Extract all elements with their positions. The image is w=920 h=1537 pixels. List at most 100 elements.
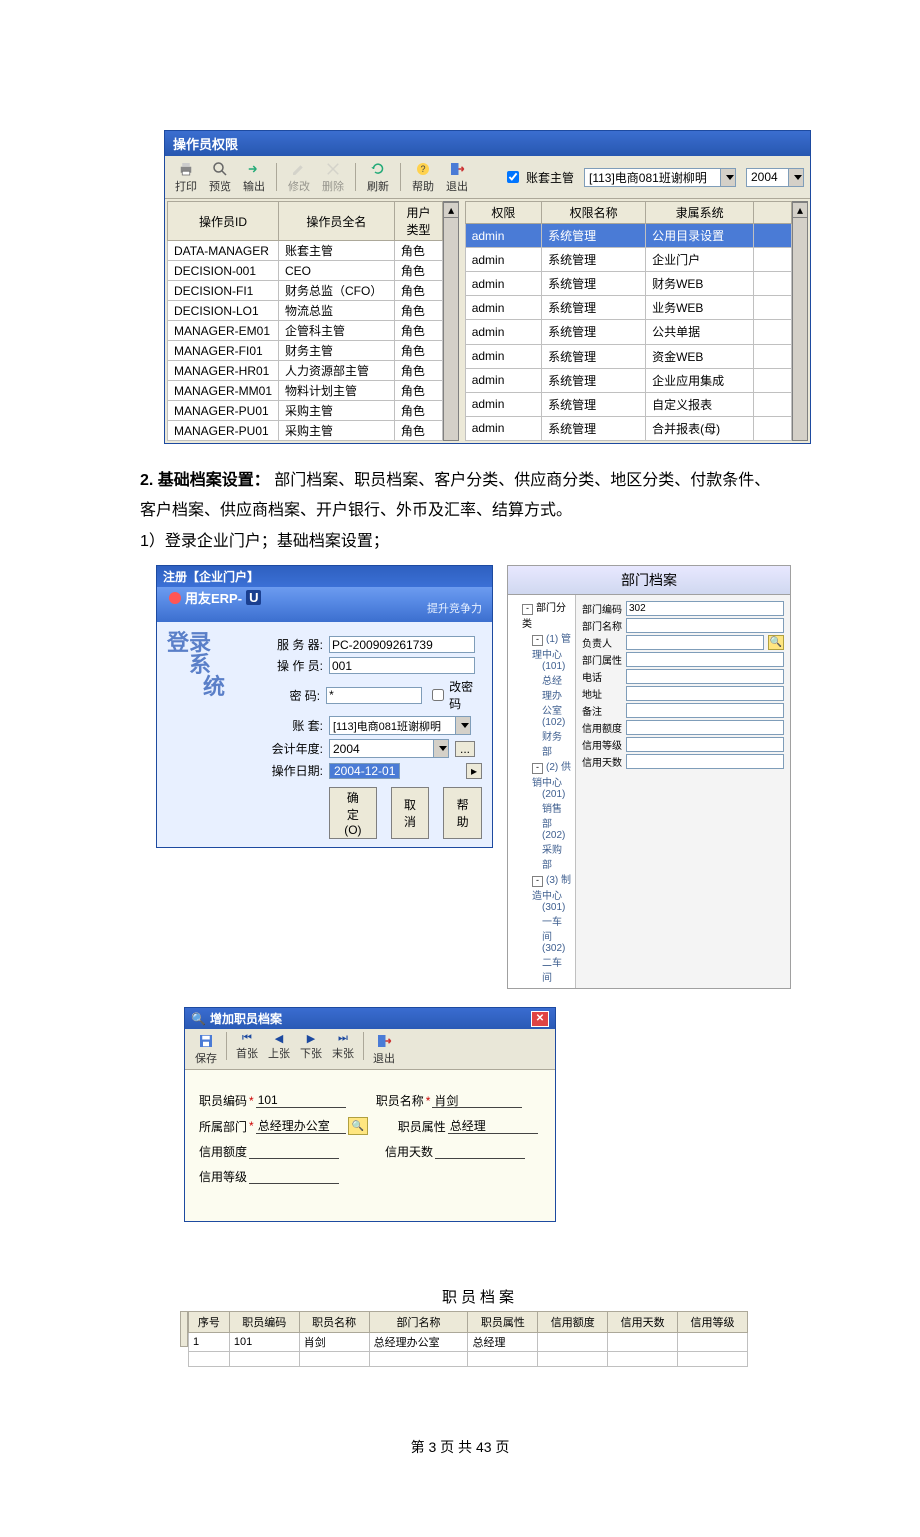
dept-addr-input[interactable] bbox=[626, 686, 784, 701]
dept-phone-input[interactable] bbox=[626, 669, 784, 684]
export-button[interactable]: 输出 bbox=[239, 160, 269, 194]
table-row[interactable]: MANAGER-MM01物料计划主管角色 bbox=[168, 381, 443, 401]
year-input[interactable]: 2004 bbox=[329, 739, 449, 758]
table-row[interactable]: DECISION-001CEO角色 bbox=[168, 261, 443, 281]
operator-input[interactable] bbox=[329, 657, 475, 674]
account-input[interactable]: [113]电商081班谢柳明 bbox=[329, 716, 471, 735]
dept-attr-input[interactable] bbox=[626, 652, 784, 667]
change-password-checkbox[interactable]: 改密码 bbox=[428, 678, 482, 712]
table-row[interactable]: MANAGER-EM01企管科主管角色 bbox=[168, 321, 443, 341]
server-input[interactable] bbox=[329, 636, 475, 653]
account-owner-checkbox[interactable]: 账套主管 bbox=[503, 168, 574, 186]
exit-button[interactable]: 退出 bbox=[369, 1032, 399, 1066]
tree-leaf[interactable]: (202) 采购部 bbox=[542, 830, 571, 871]
department-tree[interactable]: -部门分类 -(1) 管理中心(101) 总经理办公室(102) 财务部-(2)… bbox=[508, 595, 576, 988]
dept-note-input[interactable] bbox=[626, 703, 784, 718]
lookup-icon[interactable]: 🔍 bbox=[768, 635, 784, 650]
ok-button[interactable]: 确定(O) bbox=[329, 787, 377, 839]
table-row[interactable]: admin系统管理公共单据 bbox=[465, 320, 791, 344]
tree-node[interactable]: -(2) 供销中心(201) 销售部(202) 采购部 bbox=[532, 758, 571, 871]
exit-icon bbox=[448, 160, 466, 178]
dept-code-input[interactable] bbox=[626, 601, 784, 616]
emp-dept-input[interactable] bbox=[256, 1119, 346, 1134]
dept-creditamt-input[interactable] bbox=[626, 720, 784, 735]
table-row[interactable]: admin系统管理业务WEB bbox=[465, 296, 791, 320]
tree-node[interactable]: -(1) 管理中心(101) 总经理办公室(102) 财务部 bbox=[532, 630, 571, 758]
table-row[interactable]: DECISION-LO1物流总监角色 bbox=[168, 301, 443, 321]
table-row[interactable]: admin系统管理合并报表(母) bbox=[465, 416, 791, 440]
table-row[interactable]: DECISION-FI1财务总监（CFO）角色 bbox=[168, 281, 443, 301]
emp-creditamt-input[interactable] bbox=[249, 1144, 339, 1159]
save-button[interactable]: 保存 bbox=[191, 1032, 221, 1066]
opdate-go-button[interactable]: ▸ bbox=[466, 763, 482, 779]
emp-name-input[interactable] bbox=[432, 1093, 522, 1108]
refresh-button[interactable]: 刷新 bbox=[363, 160, 393, 194]
tree-toggle-icon[interactable]: - bbox=[532, 635, 543, 646]
last-button[interactable]: ⏭末张 bbox=[328, 1032, 358, 1066]
next-button[interactable]: ▶下张 bbox=[296, 1032, 326, 1066]
prev-button[interactable]: ◀上张 bbox=[264, 1032, 294, 1066]
tree-leaf[interactable]: (302) 二车间 bbox=[542, 943, 571, 984]
exit-button[interactable]: 退出 bbox=[442, 160, 472, 194]
tree-toggle-icon[interactable]: - bbox=[532, 876, 543, 887]
year-more-button[interactable]: ... bbox=[455, 741, 475, 757]
scroll-up-icon[interactable]: ▴ bbox=[443, 202, 459, 218]
dept-head-input[interactable] bbox=[626, 635, 764, 650]
exit-icon bbox=[375, 1032, 393, 1050]
dept-creditdays-input[interactable] bbox=[626, 754, 784, 769]
tree-toggle-icon[interactable]: - bbox=[532, 763, 543, 774]
table-row[interactable]: DATA-MANAGER账套主管角色 bbox=[168, 241, 443, 261]
table-row[interactable]: MANAGER-PU01采购主管角色 bbox=[168, 421, 443, 441]
print-button[interactable]: 打印 bbox=[171, 160, 201, 194]
login-window: 注册【企业门户】 用友ERP-U 提升竞争力 登录 系 统 服 务 器: bbox=[156, 565, 493, 848]
tree-leaf[interactable]: (101) 总经理办公室 bbox=[542, 661, 571, 717]
add-employee-body: 职员编码* 职员名称* 所属部门* 🔍 职员属性 bbox=[185, 1070, 555, 1221]
dept-creditlvl-input[interactable] bbox=[626, 737, 784, 752]
department-title: 部门档案 bbox=[508, 566, 790, 595]
emp-code-input[interactable] bbox=[256, 1093, 346, 1108]
tree-toggle-icon[interactable]: - bbox=[522, 604, 533, 615]
table-row[interactable]: admin系统管理资金WEB bbox=[465, 344, 791, 368]
chevron-down-icon bbox=[720, 169, 735, 186]
year-select[interactable]: 2004 bbox=[746, 168, 804, 187]
add-employee-toolbar: 保存 ⏮首张 ◀上张 ▶下张 ⏭末张 退出 bbox=[185, 1029, 555, 1070]
close-button[interactable]: ✕ bbox=[531, 1011, 549, 1027]
last-icon: ⏭ bbox=[338, 1032, 348, 1045]
tree-leaf[interactable]: (301) 一车间 bbox=[542, 902, 571, 943]
table-row[interactable]: MANAGER-FI01财务主管角色 bbox=[168, 341, 443, 361]
emp-creditlvl-input[interactable] bbox=[249, 1169, 339, 1184]
col-perm-name: 权限名称 bbox=[542, 202, 646, 224]
password-input[interactable] bbox=[326, 687, 422, 704]
table-row[interactable]: MANAGER-PU01采购主管角色 bbox=[168, 401, 443, 421]
modify-button: 修改 bbox=[284, 160, 314, 194]
help-button[interactable]: ? 帮助 bbox=[408, 160, 438, 194]
cancel-button[interactable]: 取消 bbox=[391, 787, 430, 839]
emp-creditdays-input[interactable] bbox=[435, 1144, 525, 1159]
table-row[interactable]: admin系统管理企业应用集成 bbox=[465, 368, 791, 392]
help-button[interactable]: 帮助 bbox=[443, 787, 482, 839]
tree-leaf[interactable]: (201) 销售部 bbox=[542, 789, 571, 830]
login-form: 服 务 器: 操 作 员: 密 码: 改密码 bbox=[271, 632, 482, 839]
emp-attr-input[interactable] bbox=[448, 1119, 538, 1134]
opdate-input[interactable]: 2004-12-01 bbox=[329, 763, 400, 779]
tree-leaf[interactable]: (102) 财务部 bbox=[542, 717, 571, 758]
table-row[interactable]: 1101肖剑总经理办公室总经理 bbox=[189, 1333, 748, 1352]
account-select[interactable]: [113]电商081班谢柳明 bbox=[584, 168, 736, 187]
account-owner-check-input[interactable] bbox=[507, 171, 519, 183]
lookup-icon[interactable]: 🔍 bbox=[348, 1117, 368, 1135]
search-icon: 🔍 bbox=[191, 1012, 206, 1026]
table-row[interactable]: admin系统管理企业门户 bbox=[465, 248, 791, 272]
table-row[interactable]: MANAGER-HR01人力资源部主管角色 bbox=[168, 361, 443, 381]
scrollbar[interactable]: ▴ bbox=[792, 201, 808, 441]
prev-icon: ◀ bbox=[275, 1032, 283, 1045]
table-row[interactable]: admin系统管理财务WEB bbox=[465, 272, 791, 296]
dept-name-input[interactable] bbox=[626, 618, 784, 633]
table-row[interactable]: admin系统管理公用目录设置 bbox=[465, 224, 791, 248]
first-button[interactable]: ⏮首张 bbox=[232, 1032, 262, 1066]
permissions-table: 权限 权限名称 隶属系统 admin系统管理公用目录设置admin系统管理企业门… bbox=[465, 201, 792, 441]
tree-node[interactable]: -(3) 制造中心(301) 一车间(302) 二车间 bbox=[532, 871, 571, 984]
scroll-up-icon[interactable]: ▴ bbox=[792, 202, 808, 218]
table-row[interactable]: admin系统管理自定义报表 bbox=[465, 392, 791, 416]
preview-button[interactable]: 预览 bbox=[205, 160, 235, 194]
scrollbar[interactable]: ▴ bbox=[443, 201, 459, 441]
